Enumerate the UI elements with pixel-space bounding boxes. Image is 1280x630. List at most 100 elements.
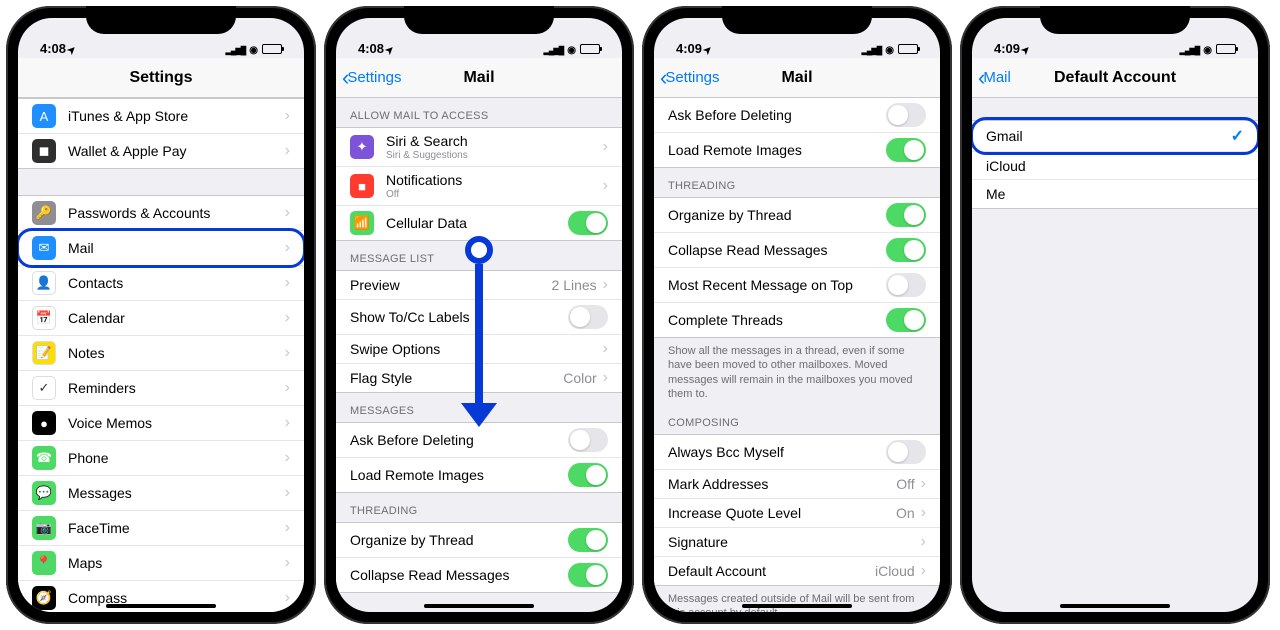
settings-row[interactable]: ◼Wallet & Apple Pay› [18,134,304,168]
settings-row[interactable]: ✦Siri & SearchSiri & Suggestions› [336,128,622,167]
toggle-switch[interactable] [568,211,608,235]
settings-row[interactable]: Signature› [654,528,940,557]
screen: 4:08 Settings AiTunes & App Store›◼Walle… [18,18,304,612]
home-indicator[interactable] [424,604,534,608]
toggle-switch[interactable] [568,528,608,552]
section-header-composing: COMPOSING [654,405,940,434]
checkmark-icon: ✓ [1231,126,1244,146]
phone-2: 4:08 ‹Settings Mail ALLOW MAIL TO ACCESS… [324,6,634,624]
location-icon [702,41,712,56]
settings-row[interactable]: Ask Before Deleting [654,98,940,133]
settings-row[interactable]: Collapse Read Messages [336,558,622,592]
chevron-right-icon: › [285,239,290,257]
home-indicator[interactable] [742,604,852,608]
back-button[interactable]: ‹Mail [978,67,1011,89]
home-indicator[interactable] [1060,604,1170,608]
phone-1: 4:08 Settings AiTunes & App Store›◼Walle… [6,6,316,624]
settings-row[interactable]: ☎Phone› [18,441,304,476]
toggle-switch[interactable] [568,563,608,587]
settings-row[interactable]: Load Remote Images [654,133,940,167]
row-label: Wallet & Apple Pay [68,143,285,159]
settings-row[interactable]: ✓ Reminders› [18,371,304,406]
signal-icon [862,41,882,56]
settings-row[interactable]: ●Voice Memos› [18,406,304,441]
signal-icon [1180,41,1200,56]
section-header-access: ALLOW MAIL TO ACCESS [336,98,622,127]
settings-row[interactable]: 👤Contacts› [18,266,304,301]
app-icon: ✓ [32,376,56,400]
page-title: Default Account [1054,69,1176,87]
chevron-right-icon: › [603,276,608,294]
settings-row[interactable]: Ask Before Deleting [336,423,622,458]
app-icon: 📶 [350,211,374,235]
home-indicator[interactable] [106,604,216,608]
section-header-threading: THREADING [654,168,940,197]
settings-row[interactable]: Most Recent Message on Top [654,268,940,303]
chevron-right-icon: › [285,379,290,397]
settings-group-store: AiTunes & App Store›◼Wallet & Apple Pay› [18,98,304,169]
toggle-switch[interactable] [568,428,608,452]
settings-row[interactable]: Mark AddressesOff› [654,470,940,499]
nav-bar: ‹Mail Default Account [972,58,1258,98]
toggle-switch[interactable] [886,273,926,297]
toggle-switch[interactable] [886,138,926,162]
settings-row[interactable]: 🔑Passwords & Accounts› [18,196,304,231]
app-icon: ✦ [350,135,374,159]
toggle-switch[interactable] [886,203,926,227]
chevron-right-icon: › [285,142,290,160]
notch [86,6,236,34]
row-label: Reminders [68,380,285,396]
section-footer-threading: Show all the messages in a thread, even … [654,338,940,405]
settings-row[interactable]: Always Bcc Myself [654,435,940,470]
row-label: Default Account [668,563,875,579]
toggle-switch[interactable] [568,463,608,487]
back-button[interactable]: ‹Settings [660,67,720,89]
page-title: Settings [129,69,192,87]
chevron-right-icon: › [285,449,290,467]
row-label: Most Recent Message on Top [668,277,886,293]
back-button[interactable]: ‹Settings [342,67,402,89]
settings-row[interactable]: 📷FaceTime› [18,511,304,546]
row-label: Organize by Thread [668,207,886,223]
row-label: FaceTime [68,520,285,536]
settings-row[interactable]: Gmail✓ [972,121,1258,152]
list-accounts: Gmail✓iCloudMe [972,120,1258,209]
toggle-switch[interactable] [886,440,926,464]
toggle-switch[interactable] [886,238,926,262]
row-label: Always Bcc Myself [668,444,886,460]
settings-row[interactable]: Organize by Thread [654,198,940,233]
toggle-switch[interactable] [886,308,926,332]
settings-row[interactable]: iCloud [972,152,1258,180]
toggle-switch[interactable] [886,103,926,127]
settings-row[interactable]: ✉Mail› [18,231,304,266]
settings-row[interactable]: Load Remote Images [336,458,622,492]
settings-row[interactable]: 💬Messages› [18,476,304,511]
list-threading: Organize by Thread Collapse Read Messages… [654,197,940,338]
settings-row[interactable]: Default AccountiCloud› [654,557,940,585]
settings-row[interactable]: Complete Threads [654,303,940,337]
wifi-icon [249,41,258,56]
row-label: Complete Threads [668,312,886,328]
section-header-threading: THREADING [336,493,622,522]
row-detail: On [896,505,915,521]
settings-row[interactable]: Increase Quote LevelOn› [654,499,940,528]
chevron-right-icon: › [285,344,290,362]
toggle-switch[interactable] [568,305,608,329]
row-label: Messages [68,485,285,501]
app-icon: 💬 [32,481,56,505]
battery-icon [898,44,918,54]
settings-row[interactable]: ■NotificationsOff› [336,167,622,206]
settings-row[interactable]: Organize by Thread [336,523,622,558]
settings-row[interactable]: Collapse Read Messages [654,233,940,268]
settings-row[interactable]: Me [972,180,1258,208]
settings-row[interactable]: 📍Maps› [18,546,304,581]
nav-bar: ‹Settings Mail [336,58,622,98]
settings-row[interactable]: 📝Notes› [18,336,304,371]
app-icon: 📷 [32,516,56,540]
settings-row[interactable]: AiTunes & App Store› [18,99,304,134]
settings-row[interactable]: 📶Cellular Data [336,206,622,240]
notch [404,6,554,34]
location-icon [384,41,394,56]
settings-group-apps: 🔑Passwords & Accounts›✉Mail›👤Contacts›📅C… [18,195,304,612]
settings-row[interactable]: 📅Calendar› [18,301,304,336]
